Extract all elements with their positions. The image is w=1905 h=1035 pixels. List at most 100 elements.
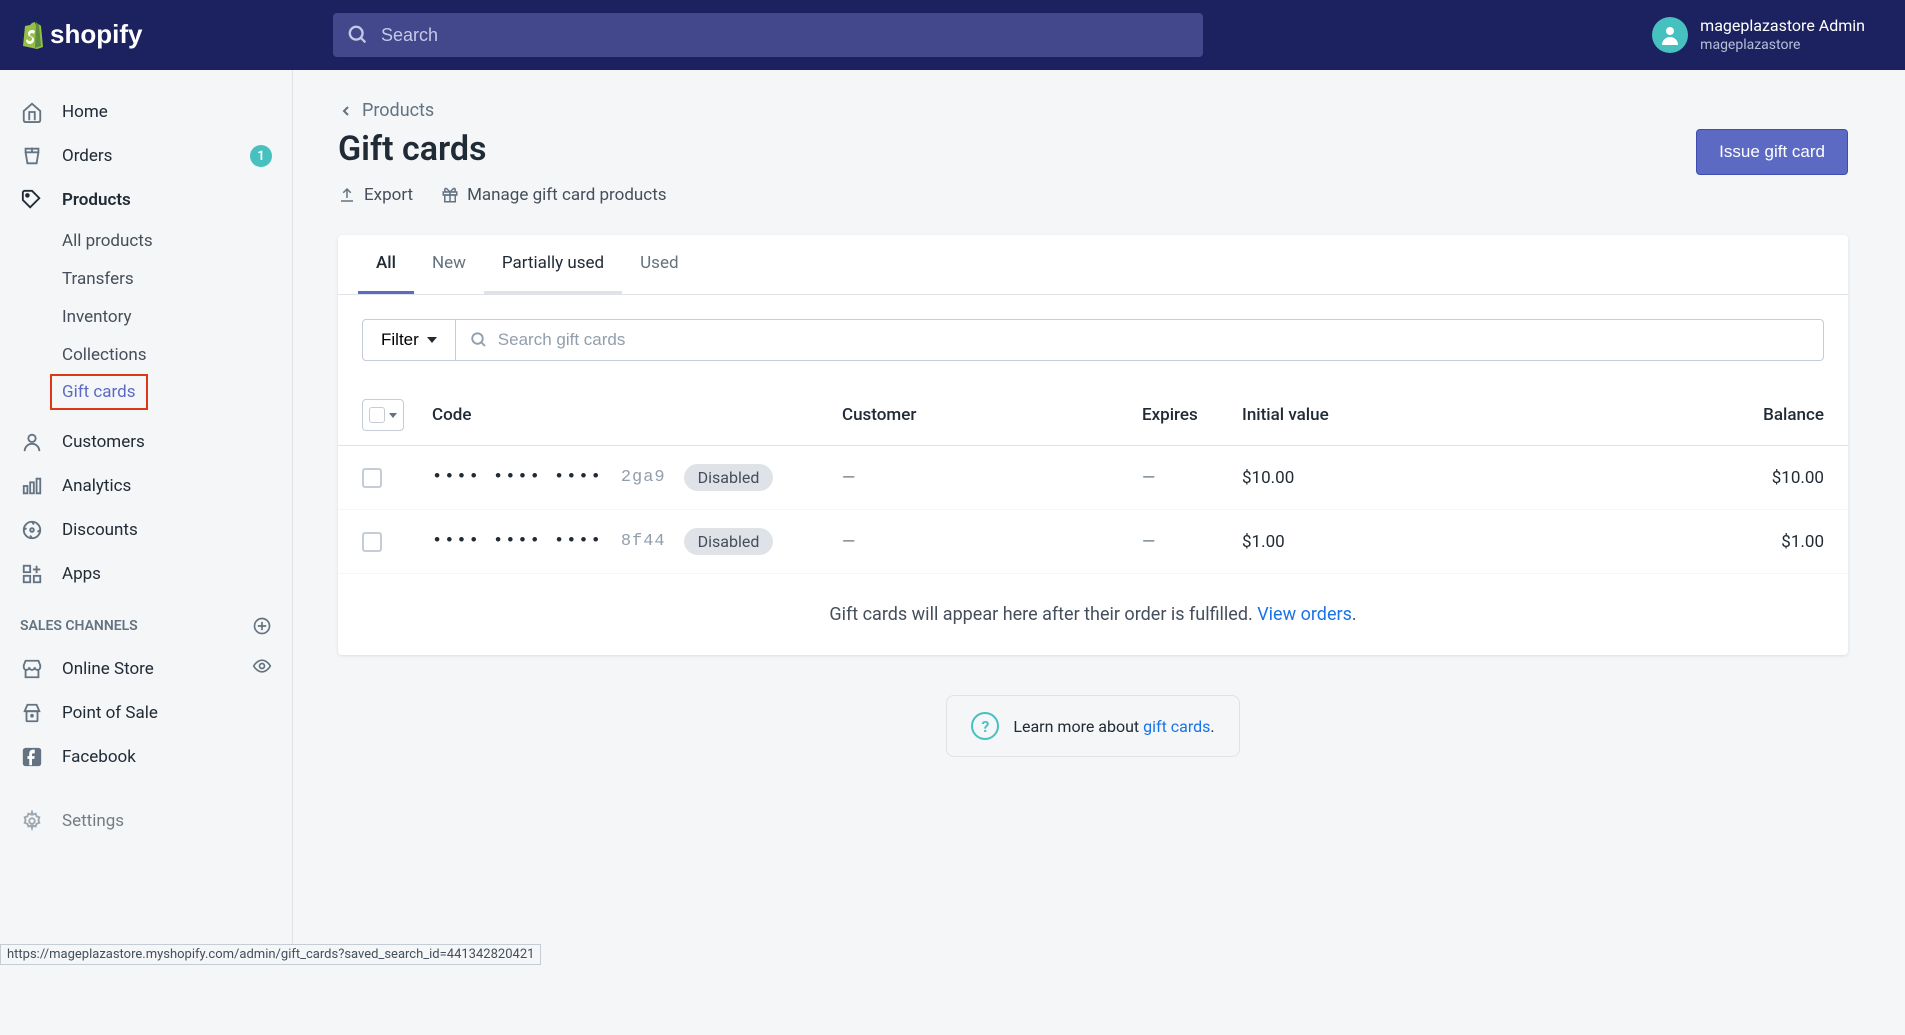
filter-bar: Filter bbox=[338, 295, 1848, 385]
sidebar-item-apps[interactable]: Apps bbox=[0, 552, 292, 596]
analytics-icon bbox=[20, 474, 44, 498]
products-icon bbox=[20, 188, 44, 212]
discounts-icon bbox=[20, 518, 44, 542]
sidebar-item-home[interactable]: Home bbox=[0, 90, 292, 134]
table-row[interactable]: •••• •••• •••• 8f44Disabled — — $1.00 $1… bbox=[338, 510, 1848, 574]
balance-cell: $10.00 bbox=[1734, 468, 1824, 488]
label: Products bbox=[62, 190, 131, 210]
empty-message: Gift cards will appear here after their … bbox=[338, 574, 1848, 655]
sidebar-sub-gift-cards[interactable]: Gift cards bbox=[50, 374, 148, 410]
sidebar-item-point-of-sale[interactable]: Point of Sale bbox=[0, 691, 292, 735]
main-content: Products Gift cards Export Manage gift c… bbox=[293, 70, 1893, 787]
label: Home bbox=[62, 102, 108, 122]
apps-icon bbox=[20, 562, 44, 586]
search-cards-box[interactable] bbox=[456, 319, 1824, 361]
sidebar-item-online-store[interactable]: Online Store bbox=[0, 646, 292, 691]
sidebar-item-orders[interactable]: Orders 1 bbox=[0, 134, 292, 178]
tab-new[interactable]: New bbox=[414, 235, 484, 294]
filter-button[interactable]: Filter bbox=[362, 319, 456, 361]
export-icon bbox=[338, 186, 356, 204]
pos-icon bbox=[20, 701, 44, 725]
gift-cards-help-link[interactable]: gift cards bbox=[1143, 717, 1210, 736]
add-channel-icon[interactable] bbox=[252, 616, 272, 636]
tab-all[interactable]: All bbox=[358, 235, 414, 294]
balance-cell: $1.00 bbox=[1734, 532, 1824, 552]
chevron-left-icon bbox=[338, 103, 354, 119]
sidebar-item-products[interactable]: Products bbox=[0, 178, 292, 222]
label: Orders bbox=[62, 146, 112, 166]
facebook-icon bbox=[20, 745, 44, 769]
expires-cell: — bbox=[1142, 532, 1242, 552]
col-balance[interactable]: Balance bbox=[1734, 405, 1824, 425]
search-area bbox=[293, 13, 1652, 57]
sidebar-sub-collections[interactable]: Collections bbox=[0, 336, 292, 374]
breadcrumb[interactable]: Products bbox=[338, 100, 1848, 121]
sidebar-item-settings[interactable]: Settings bbox=[0, 799, 292, 843]
sidebar-item-analytics[interactable]: Analytics bbox=[0, 464, 292, 508]
label: Settings bbox=[62, 811, 124, 831]
col-expires[interactable]: Expires bbox=[1142, 405, 1242, 425]
export-button[interactable]: Export bbox=[338, 185, 413, 205]
logo-area[interactable]: shopify bbox=[0, 20, 293, 50]
tab-used[interactable]: Used bbox=[622, 235, 696, 294]
label: Analytics bbox=[62, 476, 131, 496]
user-info: mageplazastore Admin mageplazastore bbox=[1700, 16, 1865, 55]
settings-icon bbox=[20, 809, 44, 833]
tab-partially-used[interactable]: Partially used bbox=[484, 235, 622, 294]
shopify-logo: shopify bbox=[20, 20, 150, 50]
row-checkbox[interactable] bbox=[362, 468, 382, 488]
sidebar-item-customers[interactable]: Customers bbox=[0, 420, 292, 464]
sidebar-sub-inventory[interactable]: Inventory bbox=[0, 298, 292, 336]
store-name: mageplazastore bbox=[1700, 36, 1865, 54]
code-suffix: 8f44 bbox=[621, 532, 666, 551]
label: Customers bbox=[62, 432, 145, 452]
home-icon bbox=[20, 100, 44, 124]
manage-products-button[interactable]: Manage gift card products bbox=[441, 185, 666, 205]
code-mask: •••• •••• •••• bbox=[432, 532, 603, 551]
table-header: Code Customer Expires Initial value Bala… bbox=[338, 385, 1848, 446]
sidebar-sub-all-products[interactable]: All products bbox=[0, 222, 292, 260]
search-cards-input[interactable] bbox=[498, 330, 1809, 350]
page-header: Gift cards Export Manage gift card produ… bbox=[338, 129, 1848, 205]
label: Online Store bbox=[62, 659, 154, 679]
col-initial[interactable]: Initial value bbox=[1242, 405, 1442, 425]
avatar bbox=[1652, 17, 1688, 53]
caret-down-icon bbox=[389, 413, 397, 418]
user-name: mageplazastore Admin bbox=[1700, 16, 1865, 37]
code-mask: •••• •••• •••• bbox=[432, 468, 603, 487]
code-suffix: 2ga9 bbox=[621, 468, 666, 487]
learn-more: ? Learn more about gift cards. bbox=[338, 695, 1848, 757]
learn-more-card[interactable]: ? Learn more about gift cards. bbox=[946, 695, 1239, 757]
search-icon bbox=[470, 331, 488, 349]
issue-gift-card-button[interactable]: Issue gift card bbox=[1696, 129, 1848, 175]
select-all-checkbox[interactable] bbox=[362, 399, 404, 431]
online-store-icon bbox=[20, 657, 44, 681]
gift-cards-card: All New Partially used Used Filter bbox=[338, 235, 1848, 655]
label: Point of Sale bbox=[62, 703, 158, 723]
search-input[interactable] bbox=[381, 25, 1189, 46]
sidebar-item-facebook[interactable]: Facebook bbox=[0, 735, 292, 779]
customer-cell: — bbox=[842, 468, 1142, 488]
label: Apps bbox=[62, 564, 101, 584]
eye-icon[interactable] bbox=[252, 656, 272, 681]
expires-cell: — bbox=[1142, 468, 1242, 488]
user-menu[interactable]: mageplazastore Admin mageplazastore bbox=[1652, 16, 1905, 55]
caret-down-icon bbox=[427, 335, 437, 345]
table-row[interactable]: •••• •••• •••• 2ga9Disabled — — $10.00 $… bbox=[338, 446, 1848, 510]
tabs: All New Partially used Used bbox=[338, 235, 1848, 295]
sidebar-item-discounts[interactable]: Discounts bbox=[0, 508, 292, 552]
initial-cell: $10.00 bbox=[1242, 468, 1442, 488]
row-checkbox[interactable] bbox=[362, 532, 382, 552]
status-badge: Disabled bbox=[684, 528, 774, 555]
col-code[interactable]: Code bbox=[432, 405, 842, 425]
search-box[interactable] bbox=[333, 13, 1203, 57]
view-orders-link[interactable]: View orders bbox=[1257, 604, 1352, 625]
gift-icon bbox=[441, 186, 459, 204]
svg-text:shopify: shopify bbox=[50, 21, 143, 49]
sidebar-sub-transfers[interactable]: Transfers bbox=[0, 260, 292, 298]
initial-cell: $1.00 bbox=[1242, 532, 1442, 552]
label: Facebook bbox=[62, 747, 136, 767]
page-title: Gift cards bbox=[338, 129, 667, 169]
col-customer[interactable]: Customer bbox=[842, 405, 1142, 425]
help-icon: ? bbox=[971, 712, 999, 740]
